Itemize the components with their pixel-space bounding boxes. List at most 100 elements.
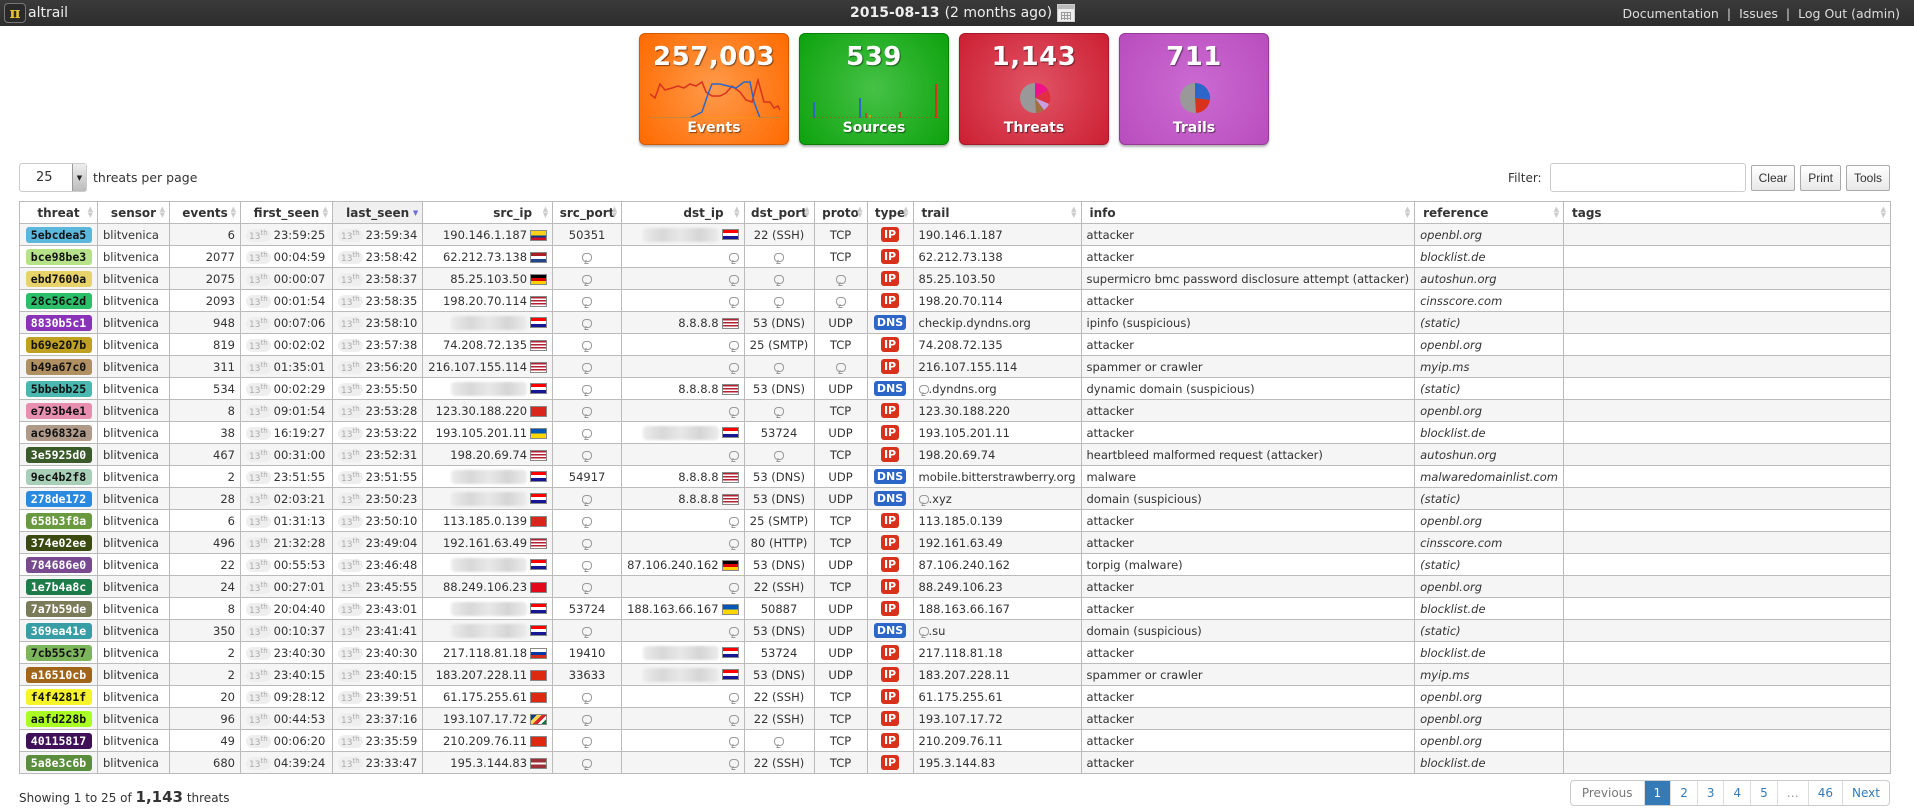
- trail-cell[interactable]: 190.146.1.187: [912, 223, 1082, 246]
- threat-cell[interactable]: aafd228b: [19, 707, 98, 730]
- threat-cell[interactable]: b49a67c0: [19, 355, 98, 378]
- trail-cell[interactable]: .xyz: [912, 487, 1082, 510]
- dst-ip-cell[interactable]: [621, 245, 745, 268]
- threat-tag[interactable]: 369ea41e: [25, 622, 92, 639]
- table-row[interactable]: 784686e0 blitvenica 22 13th 00:55:53 13th…: [19, 553, 1891, 576]
- page-5-button[interactable]: 5: [1750, 781, 1777, 805]
- tags-cell[interactable]: [1563, 399, 1891, 422]
- dst-ip-cell[interactable]: [621, 663, 745, 686]
- table-row[interactable]: 374e02ee blitvenica 496 13th 21:32:28 13t…: [19, 531, 1891, 554]
- tags-cell[interactable]: [1563, 751, 1891, 774]
- threats-card[interactable]: 1,143 Threats: [959, 33, 1109, 145]
- trail-cell[interactable]: 61.175.255.61: [912, 685, 1082, 708]
- tags-cell[interactable]: [1563, 311, 1891, 334]
- column-dst-port[interactable]: dst_port ▲ ▼: [743, 201, 815, 224]
- threat-tag[interactable]: b49a67c0: [25, 358, 92, 375]
- per-page-select[interactable]: 25 ▼: [19, 163, 87, 192]
- dst-ip-cell[interactable]: [621, 685, 745, 708]
- threat-cell[interactable]: ebd7600a: [19, 267, 98, 290]
- dst-ip-cell[interactable]: 188.163.66.167: [621, 597, 745, 620]
- threat-cell[interactable]: 1e7b4a8c: [19, 575, 98, 598]
- column-proto[interactable]: proto ▲ ▼: [813, 201, 868, 224]
- src-ip-cell[interactable]: 123.30.188.220: [422, 399, 554, 422]
- threat-cell[interactable]: 369ea41e: [19, 619, 98, 642]
- column-last-seen[interactable]: last_seen ▼: [331, 201, 424, 224]
- trail-cell[interactable]: mobile.bitterstrawberry.org: [912, 465, 1082, 488]
- dst-ip-cell[interactable]: [621, 289, 745, 312]
- tags-cell[interactable]: [1563, 267, 1891, 290]
- column-events[interactable]: events ▲ ▼: [169, 201, 241, 224]
- table-row[interactable]: ac96832a blitvenica 38 13th 16:19:27 13th…: [19, 421, 1891, 444]
- threat-tag[interactable]: b69e207b: [25, 336, 92, 353]
- threat-tag[interactable]: 28c56c2d: [25, 292, 92, 309]
- column-threat[interactable]: threat ▲ ▼: [19, 201, 98, 224]
- src-ip-cell[interactable]: 192.161.63.49: [422, 531, 554, 554]
- page-1-button[interactable]: 1: [1643, 781, 1671, 805]
- src-ip-cell[interactable]: 198.20.69.74: [422, 443, 554, 466]
- threat-cell[interactable]: 5ebcdea5: [19, 223, 98, 246]
- previous-button[interactable]: Previous: [1571, 781, 1644, 805]
- threat-tag[interactable]: 1e7b4a8c: [25, 578, 92, 595]
- threat-cell[interactable]: 40115817: [19, 729, 98, 752]
- tags-cell[interactable]: [1563, 487, 1891, 510]
- src-ip-cell[interactable]: [422, 553, 554, 576]
- src-ip-cell[interactable]: 190.146.1.187: [422, 223, 554, 246]
- trail-cell[interactable]: 193.107.17.72: [912, 707, 1082, 730]
- tags-cell[interactable]: [1563, 619, 1891, 642]
- threat-tag[interactable]: 7cb55c37: [25, 644, 92, 661]
- tags-cell[interactable]: [1563, 223, 1891, 246]
- table-row[interactable]: 5a8e3c6b blitvenica 680 13th 04:39:24 13t…: [19, 751, 1891, 774]
- threat-cell[interactable]: a16510cb: [19, 663, 98, 686]
- column-reference[interactable]: reference ▲ ▼: [1414, 201, 1564, 224]
- threat-cell[interactable]: 5bbebb25: [19, 377, 98, 400]
- table-row[interactable]: 5ebcdea5 blitvenica 6 13th 23:59:25 13th 2…: [19, 223, 1891, 246]
- dst-ip-cell[interactable]: [621, 619, 745, 642]
- threat-tag[interactable]: bce98be3: [25, 248, 92, 265]
- threat-cell[interactable]: 9ec4b2f8: [19, 465, 98, 488]
- tags-cell[interactable]: [1563, 289, 1891, 312]
- dst-ip-cell[interactable]: [621, 531, 745, 554]
- tags-cell[interactable]: [1563, 707, 1891, 730]
- tags-cell[interactable]: [1563, 641, 1891, 664]
- src-ip-cell[interactable]: [422, 311, 554, 334]
- src-ip-cell[interactable]: 62.212.73.138: [422, 245, 554, 268]
- tags-cell[interactable]: [1563, 245, 1891, 268]
- dst-ip-cell[interactable]: 8.8.8.8: [621, 377, 745, 400]
- tags-cell[interactable]: [1563, 421, 1891, 444]
- table-row[interactable]: 7cb55c37 blitvenica 2 13th 23:40:30 13th 2…: [19, 641, 1891, 664]
- table-row[interactable]: 40115817 blitvenica 49 13th 00:06:20 13th…: [19, 729, 1891, 752]
- column-sensor[interactable]: sensor ▲ ▼: [97, 201, 170, 224]
- threat-cell[interactable]: 5a8e3c6b: [19, 751, 98, 774]
- page-3-button[interactable]: 3: [1696, 781, 1724, 805]
- table-row[interactable]: a16510cb blitvenica 2 13th 23:40:15 13th 2…: [19, 663, 1891, 686]
- threat-tag[interactable]: 5ebcdea5: [25, 226, 92, 243]
- dst-ip-cell[interactable]: 87.106.240.162: [621, 553, 745, 576]
- threat-cell[interactable]: 7a7b59de: [19, 597, 98, 620]
- trail-cell[interactable]: 113.185.0.139: [912, 509, 1082, 532]
- trail-cell[interactable]: 183.207.228.11: [912, 663, 1082, 686]
- page-4-button[interactable]: 4: [1723, 781, 1750, 805]
- src-ip-cell[interactable]: 210.209.76.11: [422, 729, 554, 752]
- threat-cell[interactable]: ac96832a: [19, 421, 98, 444]
- table-row[interactable]: 5bbebb25 blitvenica 534 13th 00:02:29 13t…: [19, 377, 1891, 400]
- table-row[interactable]: 9ec4b2f8 blitvenica 2 13th 23:51:55 13th 2…: [19, 465, 1891, 488]
- src-ip-cell[interactable]: [422, 377, 554, 400]
- threat-tag[interactable]: a16510cb: [25, 666, 92, 683]
- threat-cell[interactable]: 7cb55c37: [19, 641, 98, 664]
- column-src-port[interactable]: src_port ▲ ▼: [552, 201, 623, 224]
- src-ip-cell[interactable]: [422, 619, 554, 642]
- column-first-seen[interactable]: first_seen ▲ ▼: [240, 201, 333, 224]
- logout-link[interactable]: Log Out (admin): [1798, 6, 1900, 21]
- tags-cell[interactable]: [1563, 531, 1891, 554]
- column-tags[interactable]: tags ▲ ▼: [1563, 201, 1891, 224]
- src-ip-cell[interactable]: 193.107.17.72: [422, 707, 554, 730]
- threat-cell[interactable]: b69e207b: [19, 333, 98, 356]
- tags-cell[interactable]: [1563, 663, 1891, 686]
- trail-cell[interactable]: 198.20.70.114: [912, 289, 1082, 312]
- table-row[interactable]: 1e7b4a8c blitvenica 24 13th 00:27:01 13th…: [19, 575, 1891, 598]
- table-row[interactable]: b69e207b blitvenica 819 13th 00:02:02 13t…: [19, 333, 1891, 356]
- threat-tag[interactable]: ac96832a: [25, 424, 92, 441]
- src-ip-cell[interactable]: 195.3.144.83: [422, 751, 554, 774]
- threat-cell[interactable]: 8830b5c1: [19, 311, 98, 334]
- trail-cell[interactable]: 188.163.66.167: [912, 597, 1082, 620]
